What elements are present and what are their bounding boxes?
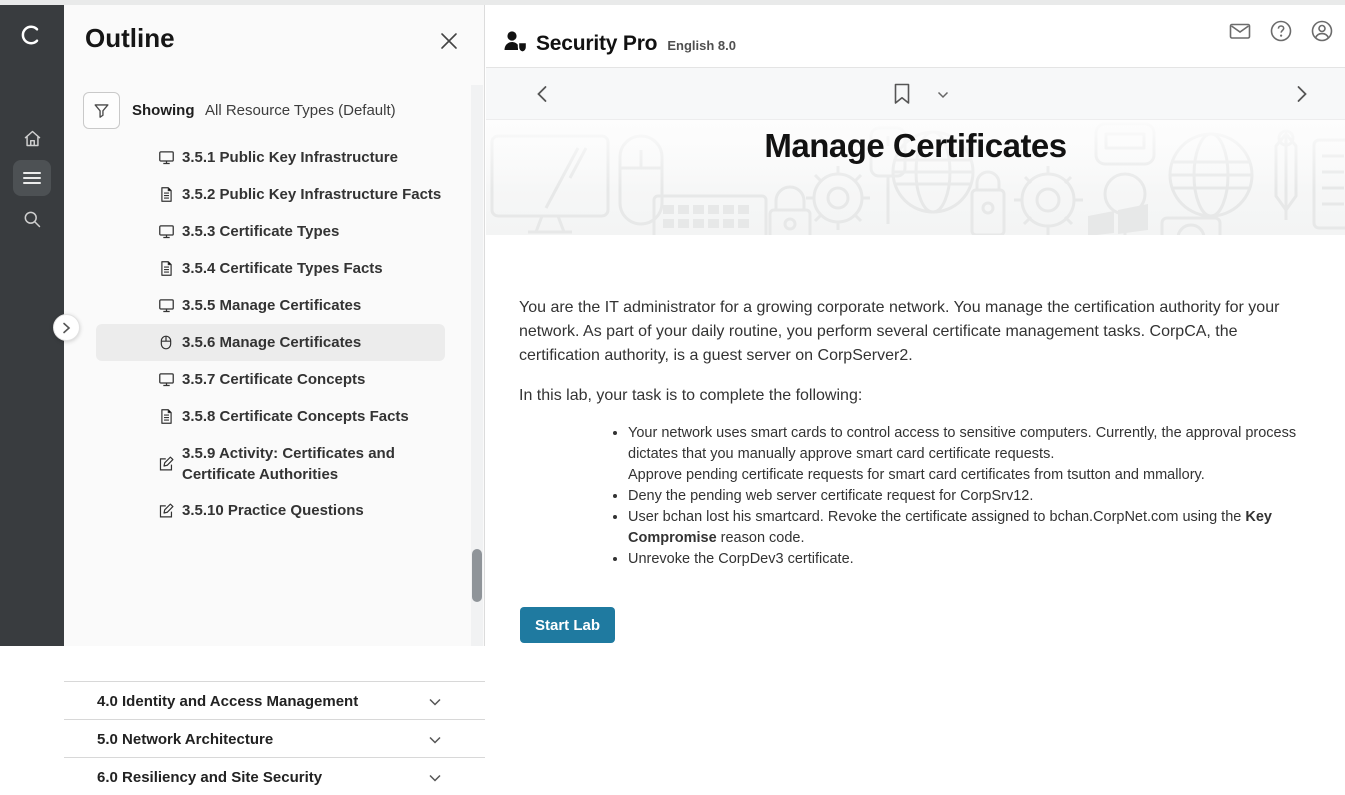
outline-item-label: 3.5.4 Certificate Types Facts — [182, 260, 383, 277]
document-icon — [158, 260, 175, 277]
section-network-architecture[interactable]: 5.0 Network Architecture — [64, 719, 485, 757]
outline-item-label: 3.5.1 Public Key Infrastructure — [182, 149, 398, 166]
task-text: Unrevoke the CorpDev3 certificate. — [628, 551, 854, 567]
app-logo-icon — [20, 23, 44, 47]
task-text: User bchan lost his smartcard. Revoke th… — [628, 509, 1245, 525]
task-item: Deny the pending web server certificate … — [628, 486, 1302, 507]
section-label: 4.0 Identity and Access Management — [97, 693, 358, 710]
filter-funnel-icon — [92, 101, 111, 120]
forward-chevron-icon[interactable] — [1294, 84, 1312, 104]
outline-item-3-5-2[interactable]: 3.5.2 Public Key Infrastructure Facts — [96, 176, 445, 213]
outline-title: Outline — [85, 23, 175, 54]
monitor-icon — [158, 223, 175, 240]
outline-item-label: 3.5.10 Practice Questions — [182, 502, 364, 519]
filter-showing-label: Showing — [132, 102, 195, 119]
outline-item-3-5-10[interactable]: 3.5.10 Practice Questions — [96, 492, 445, 529]
monitor-icon — [158, 371, 175, 388]
task-text: Your network uses smart cards to control… — [628, 425, 1296, 462]
mail-icon[interactable] — [1228, 19, 1252, 43]
task-text: reason code. — [717, 530, 805, 546]
outline-item-label: 3.5.3 Certificate Types — [182, 223, 339, 240]
app-edition: English 8.0 — [667, 38, 736, 53]
main-area: Security Pro English 8.0 — [486, 5, 1345, 646]
monitor-icon — [158, 149, 175, 166]
task-item: Unrevoke the CorpDev3 certificate. — [628, 549, 1302, 570]
edit-icon — [158, 502, 175, 519]
task-item: User bchan lost his smartcard. Revoke th… — [628, 507, 1302, 549]
outline-item-label: 3.5.9 Activity: Certificates and Certifi… — [182, 443, 427, 485]
outline-item-3-5-4[interactable]: 3.5.4 Certificate Types Facts — [96, 250, 445, 287]
outline-item-label: 3.5.8 Certificate Concepts Facts — [182, 408, 409, 425]
chevron-down-icon[interactable] — [936, 88, 950, 102]
section-label: 6.0 Resiliency and Site Security — [97, 769, 322, 786]
security-pro-logo-icon — [502, 28, 529, 55]
outline-menu-button[interactable] — [13, 160, 51, 196]
chevron-down-icon — [428, 771, 442, 785]
app-header: Security Pro English 8.0 — [486, 5, 1345, 68]
lesson-navbar — [486, 68, 1345, 120]
outline-item-3-5-6-selected[interactable]: 3.5.6 Manage Certificates — [96, 324, 445, 361]
outline-item-3-5-1[interactable]: 3.5.1 Public Key Infrastructure — [96, 139, 445, 176]
start-lab-button[interactable]: Start Lab — [520, 607, 615, 643]
scrollbar-thumb[interactable] — [472, 549, 482, 602]
filter-value: All Resource Types (Default) — [205, 102, 396, 119]
filter-button[interactable] — [83, 92, 120, 129]
app-title: Security Pro — [536, 32, 657, 56]
close-icon[interactable] — [438, 30, 460, 52]
monitor-icon — [158, 297, 175, 314]
home-button[interactable] — [13, 120, 51, 156]
section-label: 5.0 Network Architecture — [97, 731, 273, 748]
outline-panel: Outline Showing All Resource Types (Defa… — [64, 5, 485, 646]
outline-item-3-5-9[interactable]: 3.5.9 Activity: Certificates and Certifi… — [96, 435, 445, 492]
back-chevron-icon[interactable] — [534, 84, 552, 104]
header-icons — [1228, 19, 1334, 43]
chevron-right-icon — [62, 322, 71, 334]
document-icon — [158, 408, 175, 425]
section-resiliency-site-security[interactable]: 6.0 Resiliency and Site Security — [64, 757, 485, 795]
panel-collapse-toggle[interactable] — [53, 314, 80, 341]
task-text: Approve pending certificate requests for… — [628, 467, 1205, 483]
outline-item-label: 3.5.2 Public Key Infrastructure Facts — [182, 186, 441, 203]
outline-item-3-5-8[interactable]: 3.5.8 Certificate Concepts Facts — [96, 398, 445, 435]
outline-scrollbar[interactable] — [471, 85, 483, 646]
account-icon[interactable] — [1310, 19, 1334, 43]
outline-sections: 4.0 Identity and Access Management 5.0 N… — [64, 681, 485, 795]
bookmark-icon[interactable] — [892, 82, 912, 106]
mouse-icon — [158, 334, 175, 351]
chevron-down-icon — [428, 695, 442, 709]
title-banner: Manage Certificates — [486, 120, 1345, 235]
outline-menu-icon — [23, 171, 41, 185]
help-icon[interactable] — [1269, 19, 1293, 43]
task-list: Your network uses smart cards to control… — [519, 423, 1302, 570]
task-text: Deny the pending web server certificate … — [628, 488, 1033, 504]
lab-content: You are the IT administrator for a growi… — [486, 235, 1345, 643]
task-intro: In this lab, your task is to complete th… — [519, 384, 1302, 408]
home-icon — [22, 128, 43, 149]
document-icon — [158, 186, 175, 203]
chevron-down-icon — [428, 733, 442, 747]
outline-item-label: 3.5.7 Certificate Concepts — [182, 371, 365, 388]
outline-item-3-5-5[interactable]: 3.5.5 Manage Certificates — [96, 287, 445, 324]
task-item: Your network uses smart cards to control… — [628, 423, 1302, 486]
lab-intro: You are the IT administrator for a growi… — [519, 296, 1302, 368]
outline-item-3-5-3[interactable]: 3.5.3 Certificate Types — [96, 213, 445, 250]
outline-item-3-5-7[interactable]: 3.5.7 Certificate Concepts — [96, 361, 445, 398]
search-icon — [22, 209, 42, 229]
page-title: Manage Certificates — [486, 127, 1345, 165]
search-button[interactable] — [13, 201, 51, 237]
outline-item-label: 3.5.6 Manage Certificates — [182, 334, 361, 351]
section-identity-access[interactable]: 4.0 Identity and Access Management — [64, 681, 485, 719]
edit-icon — [158, 455, 175, 472]
outline-list: 3.5.1 Public Key Infrastructure 3.5.2 Pu… — [64, 139, 485, 529]
outline-item-label: 3.5.5 Manage Certificates — [182, 297, 361, 314]
brand: Security Pro English 8.0 — [502, 23, 736, 56]
